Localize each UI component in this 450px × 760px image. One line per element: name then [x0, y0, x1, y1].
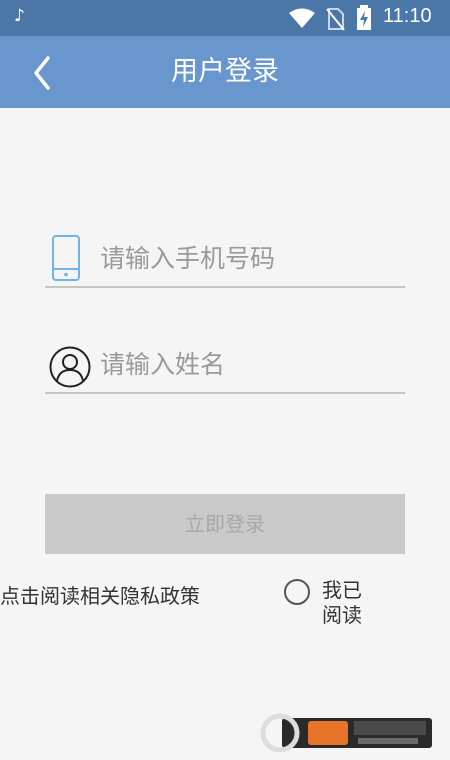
phone-icon — [52, 235, 80, 281]
read-confirm-label: 我已阅读 — [322, 578, 362, 627]
phone-field — [45, 230, 405, 288]
login-button[interactable]: 立即登录 — [45, 494, 405, 554]
battery-charging-icon — [357, 5, 371, 30]
watermark-logo — [260, 713, 432, 752]
privacy-policy-link[interactable]: 点击阅读相关隐私政策 — [0, 580, 200, 609]
clock-time: 11:10 — [383, 5, 432, 27]
name-field — [45, 336, 405, 394]
name-input[interactable] — [100, 344, 400, 384]
user-icon — [49, 346, 91, 388]
wifi-icon — [289, 8, 315, 28]
tiktok-icon: ♪ — [14, 6, 25, 26]
phone-input[interactable] — [100, 238, 400, 278]
app-bar: 用户登录 — [0, 36, 450, 108]
status-bar: ♪ 11:10 — [0, 0, 450, 36]
page-title: 用户登录 — [171, 56, 279, 87]
read-confirm-radio[interactable] — [284, 579, 310, 605]
no-sim-icon — [326, 8, 345, 31]
